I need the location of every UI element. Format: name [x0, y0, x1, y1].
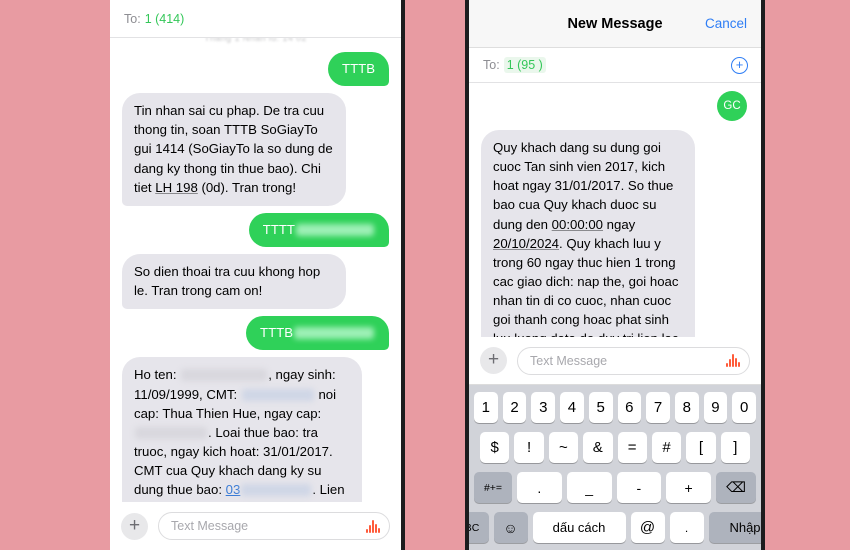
key-equals[interactable]: = — [617, 432, 647, 463]
attachment-plus-icon[interactable]: + — [121, 512, 148, 540]
left-phone-panel: To: 1 (414) Thang 1 Nhan lu: 14 02 TTTB … — [110, 0, 405, 550]
key-underscore[interactable]: _ — [566, 472, 612, 503]
key-abc-toggle[interactable]: ABC — [469, 512, 489, 543]
on-screen-keyboard: 1 2 3 4 5 6 7 8 9 0 $ ! ~ & = # [ ] #+= … — [469, 385, 761, 550]
redacted-id — [241, 388, 314, 401]
key-enter[interactable]: Nhập — [708, 512, 761, 543]
outgoing-text: TTTB — [260, 325, 293, 341]
message-row: So dien thoai tra cuu khong hop le. Tran… — [122, 253, 389, 310]
message-row: Quy khach dang su dung goi cuoc Tan sinh… — [481, 130, 749, 337]
key-0[interactable]: 0 — [732, 392, 757, 423]
message-input[interactable]: Text Message — [517, 346, 750, 375]
key-plus[interactable]: + — [666, 472, 711, 503]
redacted-name — [181, 369, 268, 382]
add-contact-plus-icon[interactable]: + — [731, 56, 748, 74]
outgoing-bubble[interactable]: TTTB — [328, 52, 389, 87]
avatar-row: GC — [481, 83, 749, 121]
left-input-bar: + Text Message — [110, 502, 401, 550]
bubble-text-1b: (0d). Tran trong! — [197, 179, 297, 195]
key-at[interactable]: @ — [630, 512, 665, 543]
keyboard-row-punctuation: #+= . _ - + ⌫ — [472, 472, 758, 503]
incoming-bubble[interactable]: So dien thoai tra cuu khong hop le. Tran… — [122, 253, 347, 310]
key-tilde[interactable]: ~ — [548, 432, 579, 463]
underlined-date[interactable]: 20/10/2024 — [493, 236, 559, 251]
right-phone-panel: New Message Cancel To: 1 (95 ) + GC Quy … — [465, 0, 765, 550]
key-period[interactable]: . — [517, 472, 562, 503]
emoji-icon[interactable]: ☺ — [493, 512, 528, 543]
incoming-bubble-details[interactable]: Ho ten: , ngay sinh: 11/09/1999, CMT: no… — [122, 357, 363, 502]
key-3[interactable]: 3 — [531, 392, 556, 423]
underlined-lh-198[interactable]: LH 198 — [155, 180, 198, 195]
message-input-placeholder: Text Message — [530, 353, 608, 368]
key-hyphen[interactable]: - — [616, 472, 662, 503]
right-recipient-bar[interactable]: To: 1 (95 ) + — [469, 48, 761, 83]
message-row: Tin nhan sai cu phap. De tra cuu thong t… — [122, 93, 389, 206]
keyboard-row-bottom: ABC ☺ dấu cách @ . Nhập — [469, 512, 761, 543]
recipient-value[interactable]: 1 (414) — [145, 12, 185, 26]
message-input[interactable]: Text Message — [158, 512, 390, 540]
redacted-phone — [241, 484, 312, 497]
key-bracket-left[interactable]: [ — [686, 432, 716, 463]
to-label: To: — [124, 11, 141, 26]
message-row: TTTB — [122, 316, 389, 351]
left-message-thread[interactable]: Thang 1 Nhan lu: 14 02 TTTB Tin nhan sai… — [110, 38, 401, 502]
redacted-block — [296, 223, 374, 236]
outgoing-bubble[interactable]: TTTB — [246, 316, 389, 351]
redacted-date — [135, 426, 207, 439]
key-9[interactable]: 9 — [703, 392, 728, 423]
left-recipient-bar[interactable]: To: 1 (414) — [110, 0, 401, 38]
key-7[interactable]: 7 — [646, 392, 670, 423]
keyboard-row-symbols: $ ! ~ & = # [ ] — [472, 432, 758, 463]
key-exclamation[interactable]: ! — [514, 432, 544, 463]
phone-number-link[interactable]: 03 — [226, 482, 241, 497]
key-spacebar[interactable]: dấu cách — [532, 512, 626, 543]
incoming-bubble-plan-info[interactable]: Quy khach dang su dung goi cuoc Tan sinh… — [481, 130, 696, 337]
key-1[interactable]: 1 — [473, 392, 498, 423]
key-dot[interactable]: . — [669, 512, 704, 543]
avatar[interactable]: GC — [717, 91, 747, 121]
right-message-thread[interactable]: GC Quy khach dang su dung goi cuoc Tan s… — [469, 83, 761, 337]
plan-part-c: ngay — [603, 216, 636, 232]
audio-waveform-icon[interactable] — [726, 354, 740, 367]
key-bracket-right[interactable]: ] — [720, 432, 750, 463]
message-input-placeholder: Text Message — [171, 519, 249, 533]
message-row: TTTT — [122, 212, 389, 247]
incoming-bubble[interactable]: Tin nhan sai cu phap. De tra cuu thong t… — [122, 93, 347, 206]
underlined-time[interactable]: 00:00:00 — [552, 217, 603, 232]
recipient-chip[interactable]: 1 (95 ) — [503, 57, 546, 73]
key-6[interactable]: 6 — [617, 392, 642, 423]
to-label: To: — [483, 58, 500, 72]
audio-waveform-icon[interactable] — [366, 519, 380, 533]
outgoing-text: TTTT — [262, 221, 295, 237]
message-row: Ho ten: , ngay sinh: 11/09/1999, CMT: no… — [122, 357, 389, 502]
key-8[interactable]: 8 — [674, 392, 699, 423]
key-symbols-toggle[interactable]: #+= — [474, 472, 512, 503]
page-title: New Message — [567, 15, 663, 32]
new-message-navbar: New Message Cancel — [469, 0, 761, 48]
key-5[interactable]: 5 — [588, 392, 613, 423]
keyboard-row-numbers: 1 2 3 4 5 6 7 8 9 0 — [472, 392, 758, 423]
attachment-plus-icon[interactable]: + — [480, 347, 507, 374]
cancel-button[interactable]: Cancel — [705, 16, 747, 31]
faded-timestamp: Thang 1 Nhan lu: 14 02 — [204, 38, 307, 43]
key-4[interactable]: 4 — [560, 392, 584, 423]
key-hash[interactable]: # — [651, 432, 682, 463]
key-dollar[interactable]: $ — [480, 432, 510, 463]
right-input-bar: + Text Message — [469, 337, 761, 385]
message-row: TTTB — [122, 52, 389, 87]
key-2[interactable]: 2 — [502, 392, 527, 423]
redacted-block — [294, 327, 374, 340]
detail-part-1: Ho ten: — [134, 367, 181, 383]
outgoing-bubble[interactable]: TTTT — [248, 212, 389, 247]
key-ampersand[interactable]: & — [583, 432, 613, 463]
backspace-icon[interactable]: ⌫ — [716, 472, 756, 503]
